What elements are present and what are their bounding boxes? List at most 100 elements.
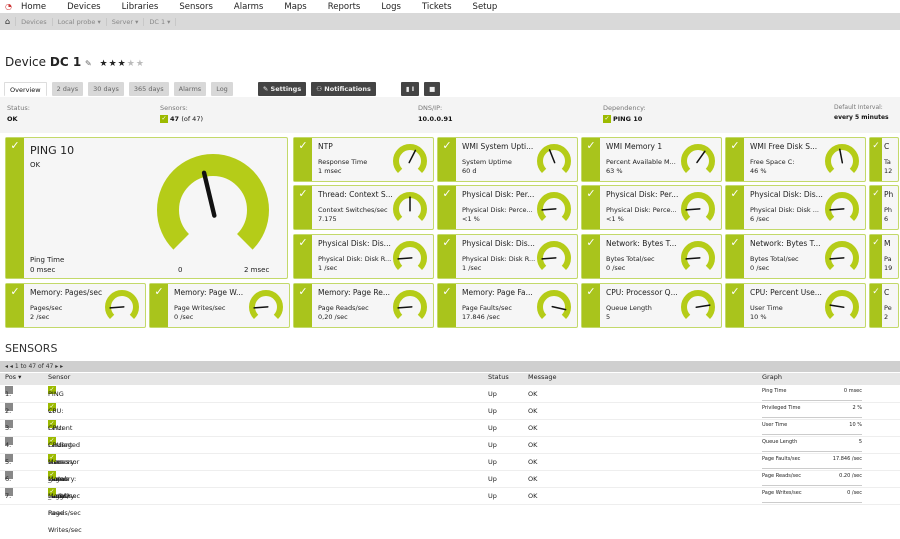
nav-alarms[interactable]: Alarms	[234, 2, 263, 12]
sensor-tile[interactable]: ✓ Network: Bytes T... Bytes Total/sec 0 …	[581, 234, 722, 279]
mini-graph[interactable]: Privileged Time 2 %	[762, 405, 862, 418]
sensor-tile[interactable]: ✓ Physical Disk: Dis... Physical Disk: D…	[293, 234, 434, 279]
nav-sensors[interactable]: Sensors	[179, 2, 213, 12]
pos-number: 5.	[5, 458, 12, 466]
check-icon: ✓	[10, 285, 20, 298]
sensor-tile[interactable]: ✓ Physical Disk: Dis... Physical Disk: D…	[725, 185, 866, 230]
priority-stars[interactable]: ★★★★★	[100, 59, 145, 69]
tab-365-days[interactable]: 365 days	[128, 82, 169, 96]
sensor-tile[interactable]: ✓ Physical Disk: Per... Physical Disk: P…	[437, 185, 578, 230]
home-icon[interactable]: ⌂	[0, 17, 17, 26]
notifications-button[interactable]: ⚇ Notifications	[311, 82, 376, 96]
table-row[interactable]: 7. ✓ Memory: Page Writes/sec Up OK Page W…	[0, 488, 900, 534]
sensor-tile[interactable]: ✓ Physical Disk: Dis... Physical Disk: D…	[437, 234, 578, 279]
tile-value: 2 /sec	[30, 313, 50, 321]
sensor-tile[interactable]: ✓ M Pa 19	[869, 234, 899, 279]
nav-logs[interactable]: Logs	[381, 2, 401, 12]
breadcrumb-item[interactable]: Server ▾	[107, 17, 145, 26]
nav-reports[interactable]: Reports	[328, 2, 361, 12]
tile-value: 19	[884, 264, 893, 272]
tab-overview[interactable]: Overview	[4, 82, 47, 96]
dns-label: DNS/IP:	[418, 104, 443, 112]
mini-graph[interactable]: Ping Time 0 msec	[762, 388, 862, 401]
pager[interactable]: ◂ ◂ 1 to 47 of 47 ▸ ▸	[0, 361, 900, 372]
sensor-tile[interactable]: ✓ Memory: Page Fa... Page Faults/sec 17.…	[437, 283, 578, 328]
nav-home[interactable]: Home	[21, 2, 46, 12]
sensor-tile[interactable]: ✓ CPU: Percent Use... User Time 10 %	[725, 283, 866, 328]
col-sensor[interactable]: Sensor	[48, 373, 70, 381]
breadcrumb-item[interactable]: Devices	[16, 17, 53, 26]
gauge-needle	[253, 306, 269, 309]
tile-value: 10 %	[750, 313, 767, 321]
table-row[interactable]: 2. ✓ CPU: Percent Privileged Time _Total …	[0, 403, 900, 483]
graph-value: 2 %	[852, 405, 862, 411]
sensor-count[interactable]: 47	[170, 115, 179, 123]
table-row[interactable]: 3. ✓ CPU: Percent User Time _Total Up OK …	[0, 420, 900, 500]
status-label: Status:	[7, 104, 30, 112]
table-row[interactable]: 4. ✓ CPU: Processor Queue Length Up OK Qu…	[0, 437, 900, 500]
pos-number: 3.	[5, 424, 12, 432]
tab-alarms[interactable]: Alarms	[173, 82, 207, 96]
breadcrumb-item[interactable]: Local probe ▾	[53, 17, 107, 26]
tab-30-days[interactable]: 30 days	[88, 82, 124, 96]
sensor-tile[interactable]: ✓ Memory: Page Re... Page Reads/sec 0,20…	[293, 283, 434, 328]
sensor-name[interactable]: Memory: Page Writes/sec	[48, 488, 82, 539]
gauge	[681, 290, 715, 320]
tile-value: 5	[606, 313, 611, 321]
row-status: Up	[488, 441, 497, 449]
row-message: OK	[528, 407, 538, 415]
sensor-tile[interactable]: ✓ Memory: Pages/sec Pages/sec 2 /sec	[5, 283, 146, 328]
nav-tickets[interactable]: Tickets	[422, 2, 452, 12]
comments-button[interactable]: ▮ I	[400, 82, 420, 96]
table-row[interactable]: 6. ✓ Memory: Page Reads/sec Up OK Page Re…	[0, 471, 900, 517]
breadcrumb-item[interactable]: DC 1 ▾	[144, 17, 177, 26]
gauge-min: 0	[178, 266, 183, 274]
sensor-tile[interactable]: ✓ Physical Disk: Per... Physical Disk: P…	[581, 185, 722, 230]
nav-setup[interactable]: Setup	[473, 2, 498, 12]
prtg-logo-icon[interactable]: ◔	[5, 2, 15, 11]
gauge	[393, 144, 427, 174]
mini-graph[interactable]: Queue Length 5	[762, 439, 862, 452]
nav-maps[interactable]: Maps	[284, 2, 306, 12]
table-row[interactable]: 1. ✓ PING 10 Up OK Ping Time 0 msec	[0, 386, 900, 415]
settings-button[interactable]: ✎ Settings	[257, 82, 307, 96]
col-pos[interactable]: Pos ▾	[5, 373, 21, 381]
gauge	[249, 290, 283, 320]
sensor-tile-ping-10[interactable]: ✓ PING 10 OK Ping Time 0 msec 0 2 msec	[5, 137, 288, 279]
gauge	[393, 290, 427, 320]
status-ok-bar: ✓	[294, 186, 312, 229]
table-row[interactable]: 5. ✓ Memory: Page Faults/sec Up OK Page F…	[0, 454, 900, 500]
sensor-tile[interactable]: ✓ WMI Free Disk S... Free Space C: 46 %	[725, 137, 866, 182]
mini-graph[interactable]: User Time 10 %	[762, 422, 862, 435]
gauge-arc	[825, 241, 859, 271]
edit-icon[interactable]: ✎	[85, 59, 92, 68]
sensor-tile[interactable]: ✓ Ph Ph 6	[869, 185, 899, 230]
sensor-tile[interactable]: ✓ Thread: Context S... Context Switches/…	[293, 185, 434, 230]
col-status[interactable]: Status	[488, 373, 509, 381]
extra-button[interactable]: ■	[424, 82, 441, 96]
row-status: Up	[488, 492, 497, 500]
nav-devices[interactable]: Devices	[67, 2, 101, 12]
sensor-tile[interactable]: ✓ NTP Response Time 1 msec	[293, 137, 434, 182]
tab-log[interactable]: Log	[211, 82, 233, 96]
sensor-tile[interactable]: ✓ Network: Bytes T... Bytes Total/sec 0 …	[725, 234, 866, 279]
tab-2-days[interactable]: 2 days	[51, 82, 84, 96]
sensor-tile[interactable]: ✓ C Pe 2	[869, 283, 899, 328]
nav-libraries[interactable]: Libraries	[122, 2, 159, 12]
row-message: OK	[528, 424, 538, 432]
dependency-value[interactable]: ✓ PING 10	[603, 115, 646, 123]
dependency-link[interactable]: PING 10	[613, 115, 642, 123]
col-message[interactable]: Message	[528, 373, 557, 381]
mini-graph[interactable]: Page Reads/sec 0.20 /sec	[762, 473, 862, 486]
gauge-needle	[397, 257, 413, 260]
sensor-tile[interactable]: ✓ CPU: Processor Q... Queue Length 5	[581, 283, 722, 328]
mini-graph[interactable]: Page Faults/sec 17.846 /sec	[762, 456, 862, 469]
mini-graph[interactable]: Page Writes/sec 0 /sec	[762, 490, 862, 503]
sensor-tile[interactable]: ✓ WMI Memory 1 Percent Available M... 63…	[581, 137, 722, 182]
check-icon: ✓	[298, 285, 308, 298]
sensor-tile[interactable]: ✓ C Ta 12	[869, 137, 899, 182]
gauge-arc	[393, 144, 427, 174]
sensor-tile[interactable]: ✓ Memory: Page W... Page Writes/sec 0 /s…	[149, 283, 290, 328]
tile-value: 6 /sec	[750, 215, 770, 223]
sensor-tile[interactable]: ✓ WMI System Upti... System Uptime 60 d	[437, 137, 578, 182]
